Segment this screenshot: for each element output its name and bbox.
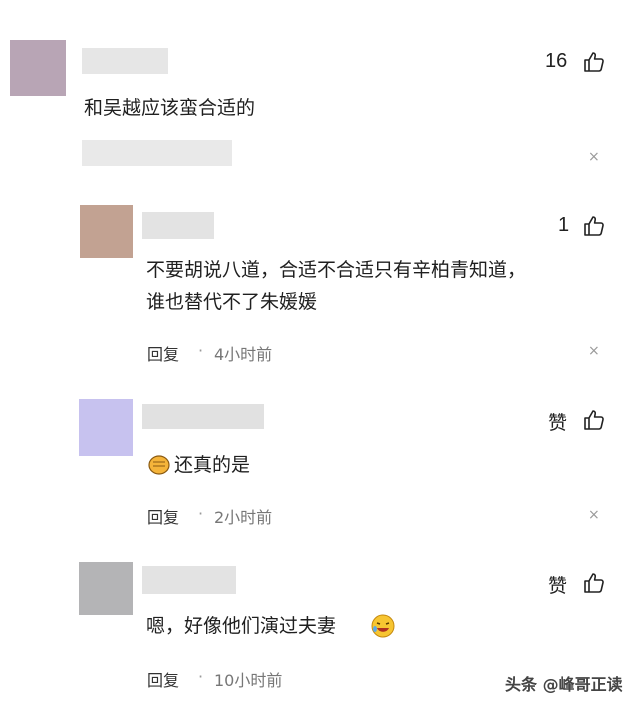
thumb-up-icon[interactable] [582, 50, 606, 74]
reply-button[interactable]: 回复 [147, 341, 179, 365]
comment-text: 和吴越应该蛮合适的 [84, 97, 256, 119]
reply-button[interactable]: 回复 [147, 667, 179, 691]
avatar[interactable] [10, 40, 66, 96]
comment-text-line-2: 谁也替代不了朱媛媛 [146, 291, 318, 313]
fist-emoji-icon [148, 455, 170, 475]
like-count: 16 [545, 50, 568, 72]
close-icon[interactable]: × [588, 149, 600, 165]
like-label[interactable]: 赞 [548, 571, 567, 598]
timestamp: 4小时前 [214, 345, 273, 364]
username-blurred[interactable] [142, 404, 264, 429]
comment-text-line-1: 不要胡说八道，合适不合适只有辛柏青知道， [146, 259, 527, 281]
watermark: 头条 @峰哥正读 [505, 675, 623, 694]
close-icon[interactable]: × [588, 343, 600, 359]
comment-text: 还真的是 [174, 454, 251, 476]
close-icon[interactable]: × [588, 507, 600, 523]
timestamp: 10小时前 [214, 671, 283, 690]
laughing-emoji-icon [371, 614, 395, 638]
thumb-up-icon[interactable] [582, 408, 606, 432]
like-label[interactable]: 赞 [548, 408, 567, 435]
reply-button[interactable]: 回复 [147, 504, 179, 528]
username-blurred[interactable] [82, 48, 168, 74]
avatar[interactable] [79, 399, 133, 456]
separator-dot: · [198, 341, 204, 360]
blurred-content [82, 140, 232, 166]
separator-dot: · [198, 504, 204, 523]
thumb-up-icon[interactable] [582, 571, 606, 595]
avatar[interactable] [79, 562, 133, 615]
username-blurred[interactable] [142, 212, 214, 239]
timestamp: 2小时前 [214, 508, 273, 527]
comment-text: 嗯，好像他们演过夫妻 [146, 615, 337, 637]
like-count: 1 [558, 214, 570, 236]
username-blurred[interactable] [142, 566, 236, 594]
avatar[interactable] [80, 205, 133, 258]
thumb-up-icon[interactable] [582, 214, 606, 238]
separator-dot: · [198, 667, 204, 686]
